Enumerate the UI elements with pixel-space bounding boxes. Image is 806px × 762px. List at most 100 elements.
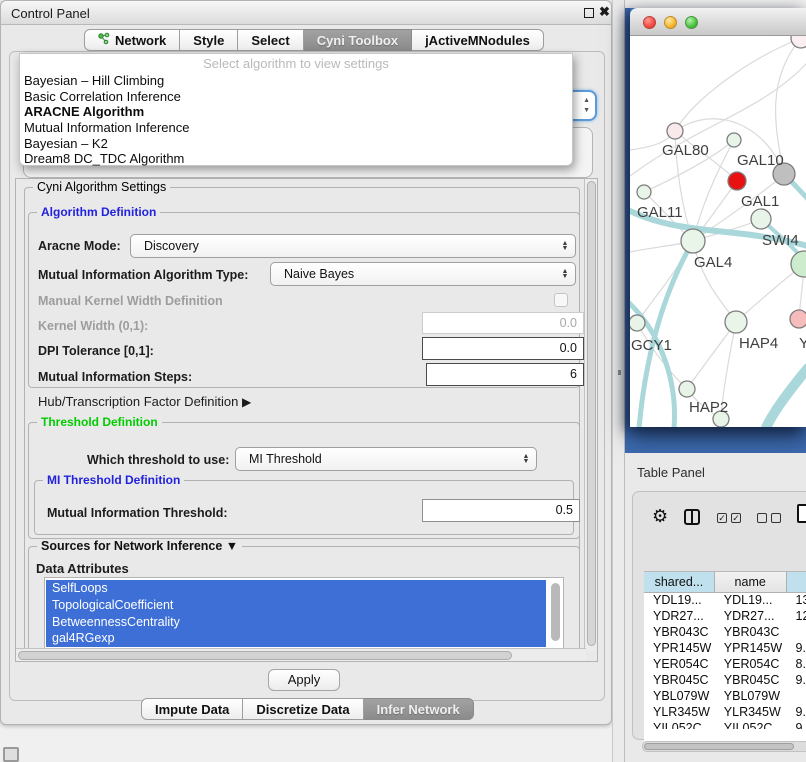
- network-node[interactable]: [681, 229, 705, 253]
- table-cell: YBR043C: [715, 625, 787, 641]
- close-traffic-light-icon[interactable]: [643, 16, 656, 29]
- tab-jactivemnodules[interactable]: jActiveMNodules: [412, 29, 544, 51]
- attribute-item-selfloops[interactable]: SelfLoops: [46, 580, 546, 597]
- network-node[interactable]: [667, 123, 683, 139]
- table-panel-box: ⚙ ✓✓ shared...nameA YDL19...YDL19...13YD…: [632, 491, 806, 740]
- table-panel-area: Table Panel ⚙ ✓✓ shared...nameA YDL19...…: [625, 453, 806, 762]
- data-attributes-list[interactable]: SelfLoopsTopologicalCoefficientBetweenne…: [44, 577, 564, 650]
- mi-threshold-field[interactable]: 0.5: [422, 499, 580, 522]
- table-cell: 13: [787, 593, 806, 609]
- zoom-traffic-light-icon[interactable]: [685, 16, 698, 29]
- network-node[interactable]: [728, 172, 746, 190]
- table-row[interactable]: YBR043CYBR043C: [644, 625, 806, 641]
- table-cell: YDL19...: [644, 593, 715, 609]
- attribute-item-betweennesscentrality[interactable]: BetweennessCentrality: [46, 614, 546, 631]
- which-threshold-select[interactable]: MI Threshold ▲▼: [235, 447, 537, 471]
- network-node[interactable]: [791, 36, 806, 48]
- sources-title: Sources for Network Inference: [41, 539, 222, 553]
- table-row[interactable]: YBL079WYBL079W: [644, 689, 806, 705]
- splitter-handle: [618, 370, 621, 375]
- gear-icon[interactable]: ⚙: [652, 506, 668, 527]
- tab-label: Network: [115, 30, 166, 51]
- algorithm-option-mutual-information-inference[interactable]: Mutual Information Inference: [20, 120, 572, 136]
- column-header-a[interactable]: A: [787, 572, 806, 592]
- settings-horizontal-scrollbar[interactable]: [16, 648, 586, 661]
- tab-infer-network[interactable]: Infer Network: [364, 698, 474, 720]
- attribute-item-topologicalcoefficient[interactable]: TopologicalCoefficient: [46, 597, 546, 614]
- tab-style[interactable]: Style: [180, 29, 238, 51]
- algorithm-option-bayesian-k2[interactable]: Bayesian – K2: [20, 136, 572, 152]
- mi-steps-field[interactable]: 6: [426, 363, 584, 386]
- node-table[interactable]: shared...nameA YDL19...YDL19...13YDR27..…: [644, 571, 806, 741]
- columns-icon[interactable]: [684, 509, 700, 525]
- attribute-item-gal4rgexp[interactable]: gal4RGexp: [46, 630, 546, 647]
- table-row[interactable]: YER054CYER054C8.: [644, 657, 806, 673]
- tab-impute-data[interactable]: Impute Data: [141, 698, 243, 720]
- network-node[interactable]: [637, 185, 651, 199]
- network-node[interactable]: [790, 310, 806, 328]
- table-row[interactable]: YBR045CYBR045C9.: [644, 673, 806, 689]
- column-header-shared[interactable]: shared...: [644, 572, 715, 592]
- network-node[interactable]: [727, 133, 741, 147]
- mi-threshold-label: Mutual Information Threshold:: [47, 506, 228, 520]
- table-row[interactable]: YDL19...YDL19...13: [644, 593, 806, 609]
- table-horizontal-scrollbar[interactable]: [642, 741, 806, 752]
- dpi-tolerance-field[interactable]: 0.0: [422, 337, 584, 360]
- tab-network[interactable]: Network: [84, 29, 180, 51]
- algorithm-option-bayesian-hill-climbing[interactable]: Bayesian – Hill Climbing: [20, 73, 572, 89]
- tab-label: Infer Network: [377, 699, 460, 720]
- aracne-mode-label: Aracne Mode:: [38, 239, 121, 253]
- network-node[interactable]: [679, 381, 695, 397]
- combo-arrows-icon: ▲▼: [555, 269, 575, 279]
- minimize-traffic-light-icon[interactable]: [664, 16, 677, 29]
- combo-arrows-icon: ▲▼: [583, 96, 590, 116]
- cyni-bottom-tabbar: Impute DataDiscretize Data Infer Network: [141, 698, 474, 720]
- table-row[interactable]: YDR27...YDR27...12: [644, 609, 806, 625]
- settings-vertical-scrollbar[interactable]: [584, 179, 597, 650]
- float-window-icon[interactable]: [584, 8, 594, 18]
- control-panel-titlebar[interactable]: Control Panel ✖: [1, 1, 611, 25]
- aracne-mode-select[interactable]: Discovery ▲▼: [130, 234, 576, 258]
- algorithm-option-aracne-algorithm[interactable]: ARACNE Algorithm: [20, 104, 572, 120]
- apply-button[interactable]: Apply: [268, 669, 340, 691]
- mi-algorithm-type-select[interactable]: Naive Bayes ▲▼: [270, 262, 576, 286]
- network-view-window: GAL80GAL10GAL1GAL11SWI4GAL4GCY1HAP4YHAP2: [630, 8, 806, 427]
- table-row[interactable]: YLR345WYLR345W9.: [644, 705, 806, 721]
- table-row[interactable]: YPR145WYPR145W9.: [644, 641, 806, 657]
- network-canvas[interactable]: GAL80GAL10GAL1GAL11SWI4GAL4GCY1HAP4YHAP2: [630, 36, 806, 427]
- algorithm-option-dream8-dc-tdc-algorithm[interactable]: Dream8 DC_TDC Algorithm: [20, 151, 572, 167]
- kernel-width-field[interactable]: 0.0: [422, 312, 584, 334]
- table-cell: YIL052C: [644, 721, 715, 729]
- table-cell: YBL079W: [715, 689, 787, 705]
- manual-kernel-checkbox[interactable]: [554, 293, 568, 307]
- table-cell: YPR145W: [644, 641, 715, 657]
- column-header-name[interactable]: name: [715, 572, 787, 592]
- sources-toggle[interactable]: Sources for Network Inference ▼: [37, 539, 242, 553]
- network-window-titlebar[interactable]: [630, 8, 806, 36]
- collapsed-arrow-icon: ▶: [242, 395, 251, 409]
- hub-section-toggle[interactable]: Hub/Transcription Factor Definition ▶: [38, 394, 251, 409]
- tab-discretize-data[interactable]: Discretize Data: [243, 698, 363, 720]
- table-row[interactable]: YIL052CYIL052C9.: [644, 721, 806, 729]
- table-cell: YLR345W: [644, 705, 715, 721]
- tab-cyni-toolbox[interactable]: Cyni Toolbox: [304, 29, 412, 51]
- tab-select[interactable]: Select: [238, 29, 303, 51]
- close-icon[interactable]: ✖: [599, 4, 610, 20]
- control-panel-tabbar: Network Style Select Cyni ToolboxjActiveMNo…: [84, 29, 544, 51]
- expanded-arrow-icon: ▼: [226, 539, 238, 553]
- network-node[interactable]: [725, 311, 747, 333]
- unchecked-boxes-icon[interactable]: [757, 513, 781, 523]
- node-label-hap2: HAP2: [689, 399, 728, 416]
- panel-splitter[interactable]: [612, 0, 625, 762]
- table-cell: 8.: [787, 657, 806, 673]
- table-cell: 9.: [787, 641, 806, 657]
- control-panel-window: Control Panel ✖ Network Style Select Cyni T…: [0, 0, 612, 725]
- network-node[interactable]: [630, 315, 645, 331]
- tab-label: Select: [251, 30, 289, 51]
- list-scrollbar-thumb[interactable]: [551, 583, 560, 641]
- network-node[interactable]: [751, 209, 771, 229]
- minimized-panel-icon[interactable]: [3, 747, 19, 762]
- file-icon[interactable]: [797, 504, 806, 523]
- checked-boxes-icon[interactable]: ✓✓: [717, 513, 741, 523]
- algorithm-option-basic-correlation-inference[interactable]: Basic Correlation Inference: [20, 89, 572, 105]
